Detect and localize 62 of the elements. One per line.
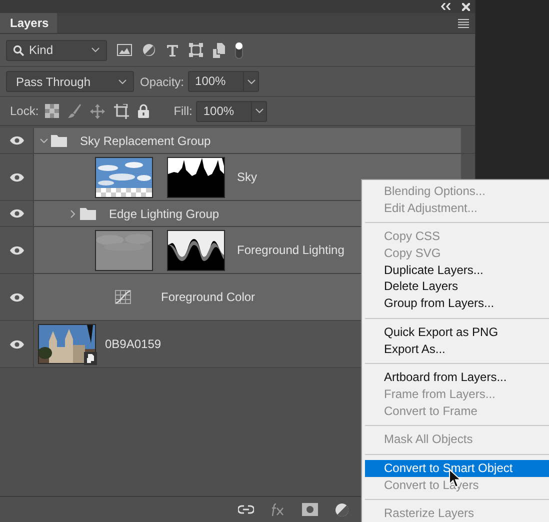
menu-icon[interactable]: [458, 18, 469, 28]
visibility-eye-icon[interactable]: [10, 136, 24, 145]
chevron-down-icon[interactable]: [40, 136, 48, 144]
toggle-icon[interactable]: [235, 42, 243, 58]
search-icon: [13, 44, 24, 56]
layer-row[interactable]: Edge Lighting Group: [34, 201, 362, 226]
link-icon[interactable]: [238, 505, 254, 514]
menu-item[interactable]: Quick Export as PNG: [362, 324, 549, 340]
caret-icon: [246, 78, 256, 84]
menu-item[interactable]: Export As...: [362, 340, 549, 358]
folder-icon: [80, 208, 96, 220]
move-icon[interactable]: [90, 104, 105, 118]
blend-mode-dropdown[interactable]: Pass Through: [6, 71, 134, 92]
mask-icon[interactable]: [302, 503, 318, 516]
fx-icon[interactable]: [271, 503, 285, 516]
close-icon[interactable]: [462, 2, 470, 10]
layer-name: 0B9A0159: [105, 337, 162, 351]
opacity-label: Opacity:: [140, 74, 184, 88]
visibility-eye-icon[interactable]: [10, 209, 24, 218]
menu-item[interactable]: Duplicate Layers...: [362, 262, 549, 278]
shape-filter-icon[interactable]: [189, 43, 203, 57]
image-filter-icon[interactable]: [117, 44, 132, 56]
layer-row[interactable]: Foreground Lighting: [34, 227, 362, 273]
layer-row[interactable]: Foreground Color: [34, 274, 362, 320]
visibility-eye-icon[interactable]: [10, 172, 24, 182]
type-filter-icon[interactable]: [166, 44, 179, 56]
curves-icon: [115, 290, 131, 304]
adjustment-filter-icon[interactable]: [142, 43, 156, 57]
opacity-field[interactable]: 100%: [188, 71, 260, 92]
layer-name: Sky: [237, 170, 258, 184]
filter-dropdown[interactable]: Kind: [6, 40, 107, 60]
collapse-icon[interactable]: [441, 3, 451, 10]
caret-icon: [118, 78, 127, 84]
lock-label: Lock:: [10, 104, 39, 118]
folder-icon: [51, 134, 67, 146]
layer-name: Sky Replacement Group: [80, 134, 211, 148]
menu-item[interactable]: Delete Layers: [362, 278, 549, 296]
visibility-eye-icon[interactable]: [10, 246, 24, 254]
chevron-right-icon[interactable]: [69, 210, 77, 218]
menu-item[interactable]: Artboard from Layers...: [362, 369, 549, 386]
fill-field[interactable]: 100%: [196, 100, 268, 122]
layer-name: Foreground Lighting: [237, 243, 344, 257]
layer-row[interactable]: 0B9A0159: [34, 321, 362, 367]
artboard-icon[interactable]: [114, 104, 129, 118]
layer-row[interactable]: Sky Replacement Group: [34, 128, 461, 153]
smart-object-filter-icon[interactable]: [213, 42, 225, 58]
layers-tab[interactable]: Layers: [0, 13, 57, 33]
visibility-eye-icon[interactable]: [10, 292, 24, 302]
caret-icon: [254, 108, 264, 114]
layer-name: Foreground Color: [161, 290, 256, 304]
fill-label: Fill:: [174, 104, 192, 118]
visibility-eye-icon[interactable]: [10, 340, 24, 348]
layer-row[interactable]: Sky: [34, 154, 362, 200]
menu-item[interactable]: Convert to Smart Object: [365, 460, 549, 477]
menu-item[interactable]: Group from Layers...: [362, 295, 549, 312]
brush-icon[interactable]: [68, 104, 81, 118]
smart-object-icon: [84, 352, 97, 365]
layer-name: Edge Lighting Group: [109, 206, 220, 220]
lock-icon[interactable]: [138, 104, 149, 118]
lock-transparent-pixels-icon[interactable]: [44, 104, 59, 118]
caret-icon: [91, 47, 100, 53]
adjustment-layer-icon[interactable]: [335, 502, 349, 516]
